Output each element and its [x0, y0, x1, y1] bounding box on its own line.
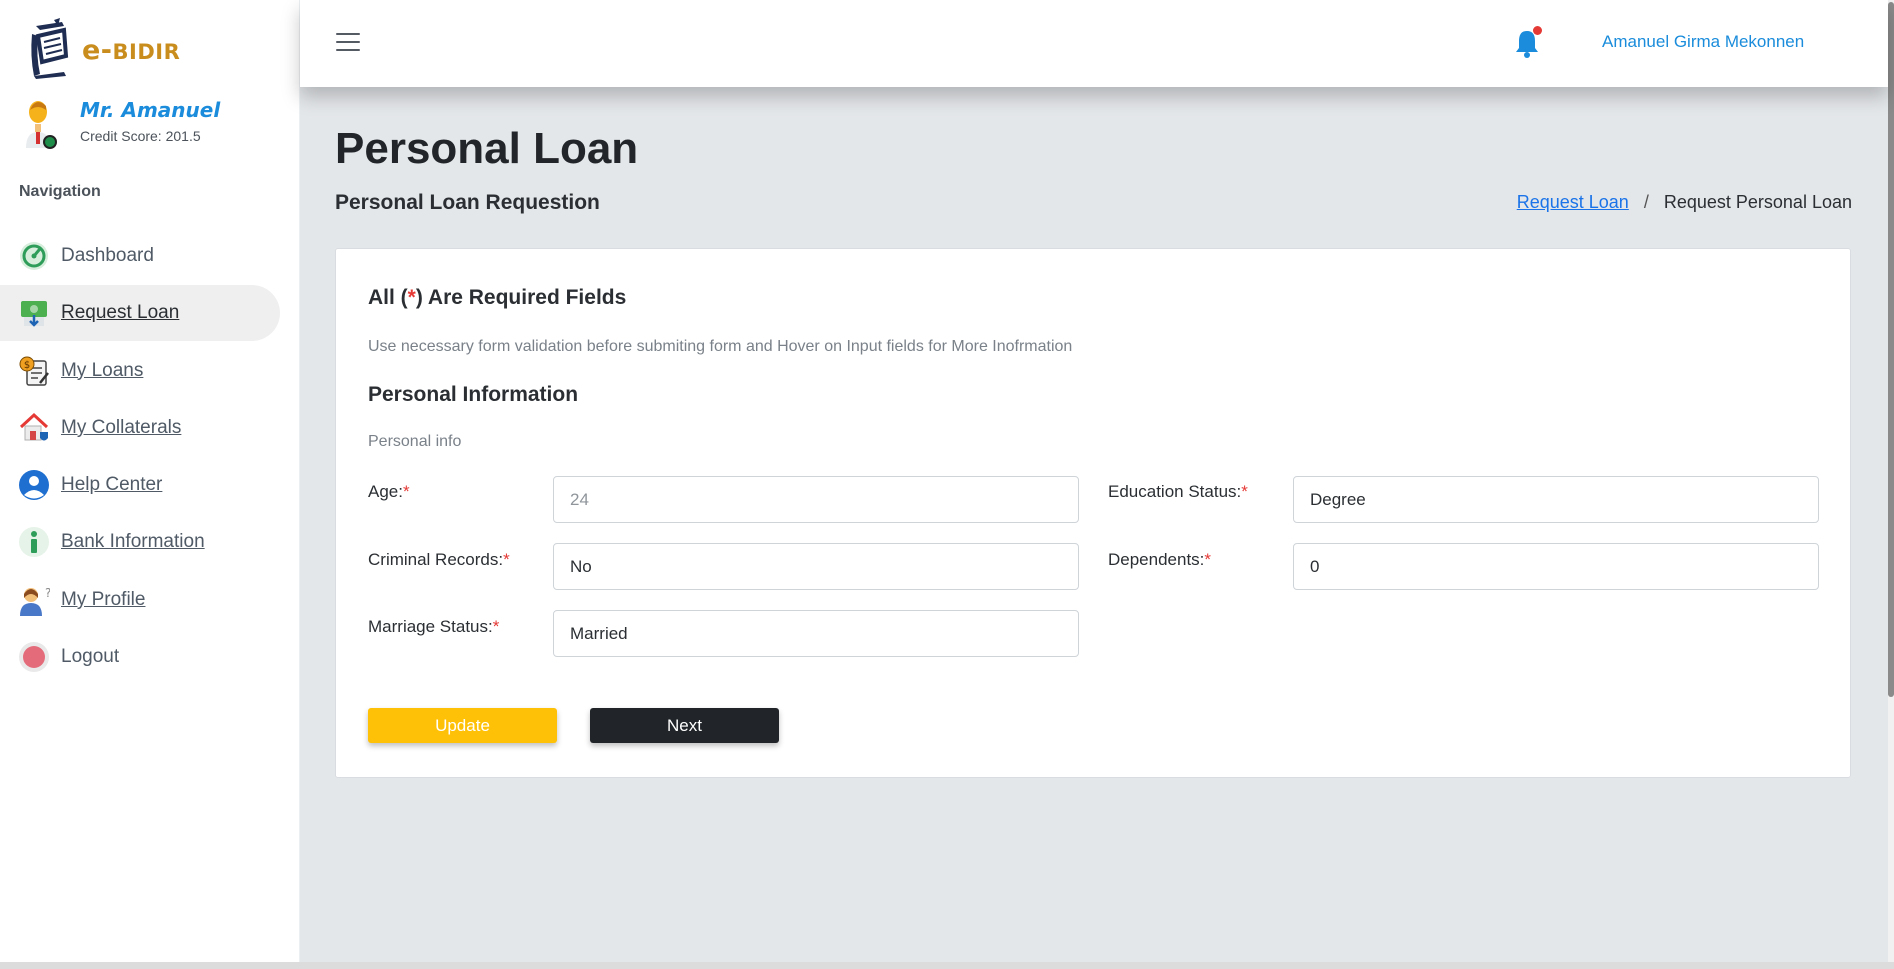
sidebar-item-label: Dashboard	[61, 245, 154, 266]
required-star: *	[492, 617, 500, 636]
brand-text: BIDIR	[112, 39, 181, 64]
sidebar-item-label: My Collaterals	[61, 416, 182, 438]
dependents-input[interactable]	[1293, 543, 1819, 590]
section-subtitle: Personal info	[368, 433, 462, 450]
sidebar-item-help-center[interactable]: Help Center	[0, 457, 280, 513]
sidebar-item-my-collaterals[interactable]: My Collaterals	[0, 400, 280, 456]
sidebar-item-bank-information[interactable]: Bank Information	[0, 514, 280, 570]
required-star: *	[402, 482, 410, 501]
sidebar-item-logout[interactable]: Logout	[0, 629, 280, 685]
svg-text:$: $	[24, 360, 30, 371]
sidebar-item-label: Logout	[61, 646, 120, 668]
sidebar-item-label: Request Loan	[61, 302, 180, 324]
age-label: Age:*	[368, 482, 410, 502]
credit-score: Credit Score: 201.5	[80, 128, 201, 144]
required-star: *	[1204, 550, 1212, 569]
label-text: Dependents:	[1108, 550, 1205, 569]
criminal-records-input[interactable]	[553, 543, 1079, 590]
user-circle-icon	[19, 470, 49, 501]
update-button[interactable]: Update	[368, 708, 557, 743]
label-text: Marriage Status:	[368, 617, 493, 636]
required-star: *	[407, 286, 416, 309]
sidebar: e-BIDIR Mr. Amanuel Credit Score: 201.5 …	[0, 0, 300, 969]
menu-line	[336, 48, 360, 52]
topbar-user-name[interactable]: Amanuel Girma Mekonnen	[1602, 32, 1804, 52]
form-note: Use necessary form validation before sub…	[368, 338, 1073, 355]
sidebar-item-my-profile[interactable]: ? My Profile	[0, 572, 280, 628]
required-star: *	[503, 550, 510, 569]
menu-toggle-icon[interactable]	[336, 33, 360, 53]
dashboard-gauge-icon	[20, 242, 48, 270]
heading-text: ) Are Required Fields	[415, 286, 627, 309]
heading-text: All (	[368, 286, 408, 309]
logout-circle-icon	[19, 642, 49, 673]
sidebar-item-request-loan[interactable]: Request Loan	[0, 285, 280, 342]
section-title: Personal Information	[368, 383, 579, 406]
user-avatar-icon	[26, 101, 57, 149]
sidebar-item-label: My Profile	[61, 588, 146, 610]
marriage-status-label: Marriage Status:*	[368, 617, 499, 637]
brand-name: e-BIDIR	[82, 35, 180, 66]
loan-form-card: All (*) Are Required Fields Use necessar…	[335, 248, 1851, 778]
criminal-records-label: Criminal Records:*	[368, 550, 510, 570]
breadcrumb: Request Loan / Request Personal Loan	[1517, 192, 1852, 213]
page-subtitle: Personal Loan Requestion	[335, 191, 600, 214]
page-title: Personal Loan	[335, 124, 639, 173]
user-name[interactable]: Mr. Amanuel	[80, 98, 220, 122]
topbar: Amanuel Girma Mekonnen	[300, 0, 1888, 87]
sidebar-item-label: My Loans	[61, 359, 144, 381]
required-star: *	[1241, 482, 1248, 501]
label-text: Education Status:	[1108, 482, 1242, 501]
brand-logo-link[interactable]: e-BIDIR	[24, 16, 180, 80]
label-text: Age:	[368, 482, 403, 501]
scrollbar[interactable]	[1888, 0, 1894, 969]
breadcrumb-separator: /	[1643, 192, 1649, 212]
user-block: Mr. Amanuel Credit Score: 201.5	[22, 98, 220, 150]
profile-person-icon: ?	[20, 586, 50, 616]
info-icon	[19, 527, 49, 558]
menu-line	[336, 33, 360, 36]
marriage-status-input[interactable]	[553, 610, 1079, 657]
required-fields-heading: All (*) Are Required Fields	[368, 286, 626, 310]
ebidir-logo-icon	[31, 18, 69, 79]
bottom-edge	[0, 962, 1894, 969]
next-button[interactable]: Next	[590, 708, 779, 743]
dependents-label: Dependents:*	[1108, 550, 1211, 570]
education-status-input[interactable]	[1293, 476, 1819, 523]
sidebar-item-label: Bank Information	[61, 531, 205, 553]
svg-text:?: ?	[45, 586, 50, 600]
notification-dot	[1533, 26, 1542, 35]
sidebar-item-my-loans[interactable]: $ My Loans	[0, 343, 280, 399]
user-text: Mr. Amanuel Credit Score: 201.5	[80, 98, 220, 144]
nav-list: Dashboard Request Loan $ My Loans My Col…	[0, 228, 280, 686]
house-shield-icon	[19, 412, 49, 441]
menu-line	[336, 40, 360, 44]
sidebar-item-label: Help Center	[61, 474, 163, 496]
education-status-label: Education Status:*	[1108, 482, 1248, 502]
scrollbar-thumb[interactable]	[1888, 2, 1894, 697]
brand-prefix: e-	[82, 34, 113, 66]
main-content: Personal Loan Personal Loan Requestion R…	[300, 0, 1888, 969]
breadcrumb-link-request-loan[interactable]: Request Loan	[1517, 192, 1629, 212]
label-text: Criminal Records:	[368, 550, 504, 569]
loan-document-icon: $	[19, 356, 49, 386]
age-input[interactable]	[553, 476, 1079, 523]
breadcrumb-current: Request Personal Loan	[1663, 192, 1852, 212]
sidebar-item-dashboard[interactable]: Dashboard	[0, 228, 280, 284]
nav-heading: Navigation	[19, 183, 101, 200]
money-download-icon	[21, 301, 47, 328]
